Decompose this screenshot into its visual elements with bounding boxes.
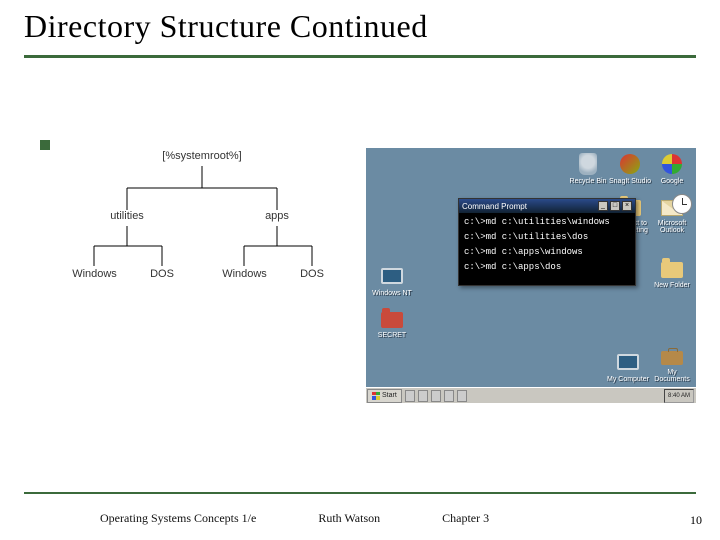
content-row: [%systemroot%] utilities apps Windows DO… [24,148,696,403]
tree-apps: apps [252,210,302,222]
desktop-icon-outlook[interactable]: Microsoft Outlook [650,194,694,234]
tree-root: [%systemroot%] [152,150,252,162]
tree-leaf-windows-2: Windows [217,268,272,280]
snagit-icon [620,154,640,174]
icon-label: Google [661,178,684,185]
icon-label: SECRET [378,332,406,339]
clock-icon [672,194,692,214]
title-area: Directory Structure Continued [24,0,696,58]
cmd-titlebar[interactable]: Command Prompt _ □ × [459,199,635,213]
quicklaunch-item[interactable] [444,390,454,402]
desktop-icon-secret[interactable]: SECRET [370,306,414,339]
desktop-icon-google[interactable]: Google [650,152,694,185]
maximize-button[interactable]: □ [610,201,620,211]
icon-label: Windows NT [372,290,412,297]
icon-label: SnagIt Studio [609,178,651,185]
slide: Directory Structure Continued [0,0,720,540]
horizontal-rule-bottom [24,492,696,494]
tree-leaf-dos-2: DOS [294,268,330,280]
page-number: 10 [690,513,702,528]
windows-logo-icon [372,392,380,400]
tree-utilities: utilities [102,210,152,222]
desktop-screenshot: Recycle Bin SnagIt Studio Google Interne… [366,148,696,403]
recycle-bin-icon [579,153,597,175]
icon-label: New Folder [654,282,690,289]
cmd-line: c:\>md c:\apps\windows [464,247,630,257]
cmd-line: c:\>md c:\apps\dos [464,262,630,272]
close-button[interactable]: × [622,201,632,211]
quicklaunch-item[interactable] [418,390,428,402]
minimize-button[interactable]: _ [598,201,608,211]
icon-label: My Documents [654,369,689,383]
taskbar[interactable]: Start 8:40 AM [366,387,696,403]
folder-icon [661,262,683,278]
briefcase-icon [661,351,683,365]
desktop-icon-snagit[interactable]: SnagIt Studio [608,152,652,185]
google-icon [662,154,682,174]
desktop-icon-newfolder[interactable]: New Folder [650,256,694,289]
tree-connectors [72,148,372,328]
footer-chapter: Chapter 3 [442,511,489,526]
command-prompt-window[interactable]: Command Prompt _ □ × c:\>md c:\utilities… [458,198,636,286]
system-tray-clock[interactable]: 8:40 AM [664,389,694,403]
cmd-title-text: Command Prompt [462,202,527,211]
cmd-line: c:\>md c:\utilities\windows [464,217,630,227]
cmd-line: c:\>md c:\utilities\dos [464,232,630,242]
footer: Operating Systems Concepts 1/e Ruth Wats… [0,511,720,526]
bullet-square [40,140,50,150]
quicklaunch-item[interactable] [431,390,441,402]
desktop-icon-mydocs[interactable]: My Documents [650,343,694,383]
tree-leaf-windows-1: Windows [67,268,122,280]
start-label: Start [382,392,397,399]
footer-author: Ruth Watson [318,511,380,526]
directory-tree-diagram: [%systemroot%] utilities apps Windows DO… [72,148,356,328]
start-button[interactable]: Start [367,389,402,403]
tree-leaf-dos-1: DOS [144,268,180,280]
quicklaunch-item[interactable] [457,390,467,402]
windows-desktop: Recycle Bin SnagIt Studio Google Interne… [366,148,696,403]
slide-title: Directory Structure Continued [24,8,696,45]
icon-label: My Computer [607,376,649,383]
icon-label: Microsoft Outlook [658,220,686,234]
desktop-icon-mycomputer[interactable]: My Computer [606,350,650,383]
desktop-icon-recycle[interactable]: Recycle Bin [566,152,610,185]
quicklaunch-item[interactable] [405,390,415,402]
desktop-icon-w2k[interactable]: Windows NT [370,264,414,297]
secret-folder-icon [381,312,403,328]
cmd-body[interactable]: c:\>md c:\utilities\windows c:\>md c:\ut… [459,213,635,285]
footer-book: Operating Systems Concepts 1/e [100,511,256,526]
icon-label: Recycle Bin [570,178,607,185]
window-controls: _ □ × [598,201,632,211]
computer-icon [617,354,639,370]
monitor-icon [381,268,403,284]
horizontal-rule-top [24,55,696,58]
